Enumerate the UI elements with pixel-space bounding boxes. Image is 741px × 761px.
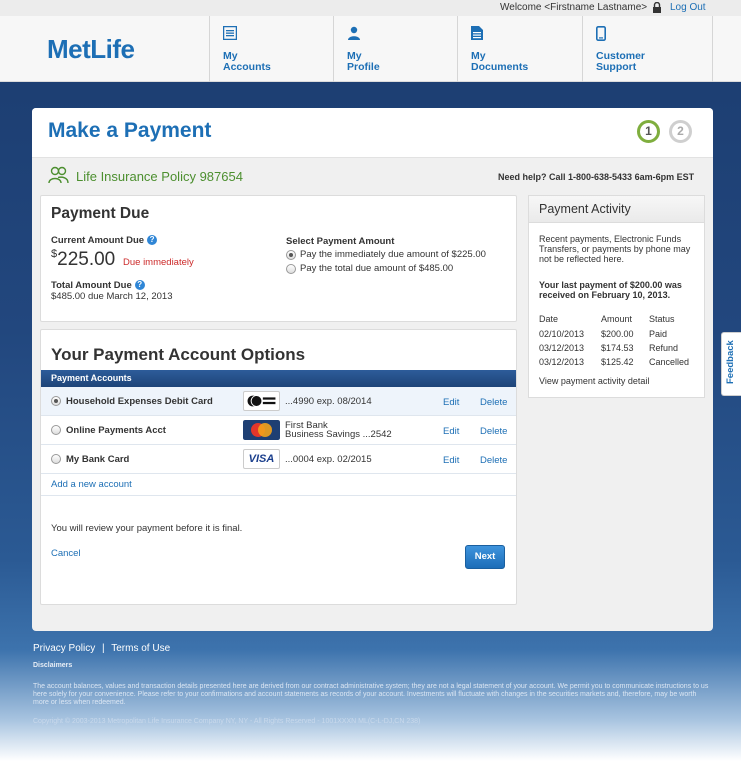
nav-my-profile[interactable]: My Profile xyxy=(333,16,457,82)
title-bar: Make a Payment 1 2 xyxy=(32,108,713,158)
payment-card: Make a Payment 1 2 Life Insurance Policy… xyxy=(32,108,713,631)
activity-note: Recent payments, Electronic Funds Transf… xyxy=(539,234,691,264)
visa-card-icon: VISA xyxy=(243,449,280,469)
nav-my-accounts[interactable]: My Accounts xyxy=(209,16,333,82)
last-payment-text: Your last payment of $200.00 was receive… xyxy=(539,280,682,300)
payment-due-heading: Payment Due xyxy=(51,205,150,222)
account-row[interactable]: My Bank Card VISA ...0004 exp. 02/2015 E… xyxy=(41,445,516,474)
activity-date: 03/12/2013 xyxy=(539,357,585,367)
current-amount-label: Current Amount Due? xyxy=(51,235,158,246)
help-icon[interactable]: ? xyxy=(147,235,158,246)
mastercard-icon xyxy=(243,420,280,440)
nav-label: Customer Support xyxy=(596,50,646,73)
nav-label: My Profile xyxy=(347,50,380,73)
nav-my-documents[interactable]: My Documents xyxy=(457,16,581,82)
accounts-heading: Your Payment Account Options xyxy=(51,345,306,364)
edit-account-link[interactable]: Edit xyxy=(443,455,459,466)
feedback-label: Feedback xyxy=(725,340,736,384)
activity-detail-link[interactable]: View payment activity detail xyxy=(539,376,649,386)
page-title: Make a Payment xyxy=(48,119,212,142)
utility-bar: Welcome <Firstname Lastname> Log Out xyxy=(0,0,741,16)
select-amount-label: Select Payment Amount xyxy=(286,236,395,247)
pay-due-option[interactable]: Pay the immediately due amount of $225.0… xyxy=(300,249,486,260)
column-header-date: Date xyxy=(539,314,559,324)
nav-customer-support[interactable]: Customer Support xyxy=(582,16,712,82)
activity-date: 02/10/2013 xyxy=(539,329,585,339)
disclaimers-heading: Disclaimers xyxy=(33,662,73,669)
disclaimer-text: The account balances, values and transac… xyxy=(33,683,709,706)
next-button[interactable]: Next xyxy=(465,545,505,569)
current-amount: $225.00 xyxy=(51,248,116,270)
lock-icon xyxy=(653,2,661,13)
account-row[interactable]: Household Expenses Debit Card ...4990 ex… xyxy=(41,387,516,416)
privacy-policy-link[interactable]: Privacy Policy xyxy=(33,643,95,654)
activity-amount: $200.00 xyxy=(601,329,634,339)
activity-status: Refund xyxy=(649,343,679,353)
metlife-logo[interactable]: MetLife xyxy=(47,34,135,65)
add-account-row: Add a new account xyxy=(41,474,516,496)
activity-date: 03/12/2013 xyxy=(539,343,585,353)
accounts-table-header: Payment Accounts xyxy=(41,370,516,387)
cancel-link[interactable]: Cancel xyxy=(51,548,81,559)
nav-label: My Accounts xyxy=(223,50,271,73)
pay-total-option[interactable]: Pay the total due amount of $485.00 xyxy=(300,263,453,274)
account-detail: ...4990 exp. 08/2014 xyxy=(285,396,372,407)
delete-account-link[interactable]: Delete xyxy=(480,397,507,408)
document-icon xyxy=(471,26,483,40)
step-1-indicator: 1 xyxy=(637,120,660,143)
column-header-status: Status xyxy=(649,314,675,324)
account-radio[interactable] xyxy=(51,425,61,435)
copyright-text: Copyright © 2003-2013 Metropolitan Life … xyxy=(33,718,421,725)
add-account-link[interactable]: Add a new account xyxy=(51,479,132,490)
account-radio[interactable] xyxy=(51,454,61,464)
nav-label: My Documents xyxy=(471,50,529,73)
delete-account-link[interactable]: Delete xyxy=(480,455,507,466)
nav-divider xyxy=(712,16,713,82)
edit-account-link[interactable]: Edit xyxy=(443,397,459,408)
account-detail: ...0004 exp. 02/2015 xyxy=(285,454,372,465)
accel-debit-card-icon xyxy=(243,391,280,411)
account-name: Household Expenses Debit Card xyxy=(66,396,213,407)
account-detail: First Bank Business Savings ...2542 xyxy=(285,420,392,440)
account-row[interactable]: Online Payments Acct First Bank Business … xyxy=(41,416,516,445)
pay-due-radio[interactable] xyxy=(286,250,296,260)
activity-header: Payment Activity xyxy=(529,196,704,223)
delete-account-link[interactable]: Delete xyxy=(480,426,507,437)
payment-activity-panel: Payment Activity Recent payments, Electr… xyxy=(528,195,705,398)
help-icon[interactable]: ? xyxy=(134,280,145,291)
list-icon xyxy=(223,26,237,40)
edit-account-link[interactable]: Edit xyxy=(443,426,459,437)
help-phone: Need help? Call 1-800-638-5433 6am-6pm E… xyxy=(498,172,695,182)
terms-of-use-link[interactable]: Terms of Use xyxy=(111,643,170,654)
account-name: Online Payments Acct xyxy=(66,425,166,436)
total-amount-text: $485.00 due March 12, 2013 xyxy=(51,291,173,302)
logout-link[interactable]: Log Out xyxy=(670,2,706,13)
policy-title: Life Insurance Policy 987654 xyxy=(76,169,243,184)
site-header: MetLife My Accounts My Profile My Documents… xyxy=(0,16,741,82)
welcome-text: Welcome <Firstname Lastname> xyxy=(500,2,648,13)
mobile-icon xyxy=(596,26,606,41)
feedback-tab[interactable]: Feedback xyxy=(721,332,741,396)
activity-amount: $174.53 xyxy=(601,343,634,353)
total-amount-label: Total Amount Due? xyxy=(51,280,145,291)
pay-total-radio[interactable] xyxy=(286,264,296,274)
people-icon xyxy=(48,166,69,184)
person-icon xyxy=(348,26,360,40)
footer-links: Privacy Policy | Terms of Use xyxy=(33,643,170,654)
due-immediately-text: Due immediately xyxy=(123,257,194,268)
activity-status: Cancelled xyxy=(649,357,690,367)
activity-amount: $125.42 xyxy=(601,357,634,367)
account-name: My Bank Card xyxy=(66,454,130,465)
payment-due-panel: Payment Due Current Amount Due? $225.00 … xyxy=(40,195,517,322)
activity-status: Paid xyxy=(649,329,668,339)
footer-separator: | xyxy=(102,643,105,654)
step-2-indicator: 2 xyxy=(669,120,692,143)
account-radio[interactable] xyxy=(51,396,61,406)
payment-accounts-panel: Your Payment Account Options Payment Acc… xyxy=(40,329,517,605)
review-note: You will review your payment before it i… xyxy=(51,523,243,534)
column-header-amount: Amount xyxy=(601,314,633,324)
